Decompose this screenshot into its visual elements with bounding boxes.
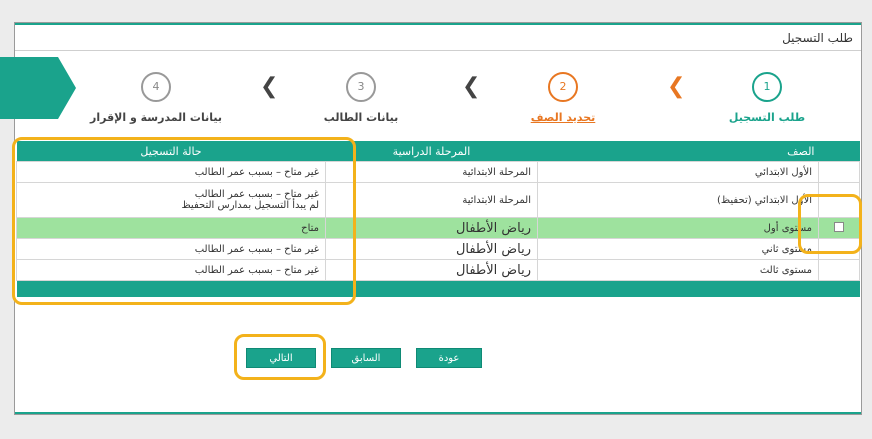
status-cell: غير متاح – بسبب عمر الطالب (16, 161, 326, 183)
class-cell: مستوى ثالث (537, 259, 819, 281)
table-row: مستوى ثاني رياض الأطفال غير متاح – بسبب … (16, 238, 860, 260)
side-arrow-tab (0, 57, 76, 119)
row-select-cell (818, 259, 860, 281)
column-header-status: حالة التسجيل (16, 141, 326, 162)
panel-bottom-accent (15, 412, 861, 414)
status-line: لم يبدأ التسجيل بمدارس التحفيظ (181, 200, 319, 211)
wizard-step-4[interactable]: 4 بيانات المدرسة و الإقرار (86, 72, 226, 124)
row-select-cell (818, 161, 860, 183)
class-cell: الأول الابتدائي (تحفيظ) (537, 182, 819, 218)
class-cell: مستوى ثاني (537, 238, 819, 260)
stage-cell: رياض الأطفال (325, 238, 538, 260)
stage-cell: المرحلة الابتدائية (325, 161, 538, 183)
column-header-stage: المرحلة الدراسية (325, 141, 538, 162)
step-number-circle: 1 (752, 72, 782, 102)
class-cell: الأول الابتدائي (537, 161, 819, 183)
table-footer-bar (16, 280, 860, 297)
page-title: طلب التسجيل (782, 31, 853, 45)
row-select-cell (818, 182, 860, 218)
status-cell: غير متاح – بسبب عمر الطالب (16, 238, 326, 260)
status-cell: غير متاح – بسبب عمر الطالب (16, 259, 326, 281)
status-cell: متاح (16, 217, 326, 239)
table-row: مستوى ثالث رياض الأطفال غير متاح – بسبب … (16, 259, 860, 281)
step-label: بيانات الطالب (323, 111, 399, 124)
wizard-step-3[interactable]: 3 بيانات الطالب (316, 72, 406, 124)
status-cell: غير متاح – بسبب عمر الطالب لم يبدأ التسج… (16, 182, 326, 218)
row-select-cell[interactable] (818, 217, 860, 239)
previous-button[interactable]: السابق (331, 348, 401, 368)
column-header-select (818, 141, 860, 162)
step-number-circle: 4 (141, 72, 171, 102)
back-button[interactable]: عودة (416, 348, 482, 368)
chevron-left-icon: ❮ (462, 74, 481, 99)
table-row: الأول الابتدائي (تحفيظ) المرحلة الابتدائ… (16, 182, 860, 218)
step-number-circle: 2 (548, 72, 578, 102)
step-number-circle: 3 (346, 72, 376, 102)
status-line: غير متاح – بسبب عمر الطالب (194, 189, 319, 200)
table-row-selected[interactable]: مستوى أول رياض الأطفال متاح (16, 217, 860, 239)
class-cell: مستوى أول (537, 217, 819, 239)
table-row: الأول الابتدائي المرحلة الابتدائية غير م… (16, 161, 860, 183)
wizard-step-1[interactable]: 1 طلب التسجيل (722, 72, 812, 124)
step-label: بيانات المدرسة و الإقرار (90, 111, 222, 124)
row-select-cell (818, 238, 860, 260)
stage-cell: رياض الأطفال (325, 217, 538, 239)
table-footer-cell (16, 280, 860, 297)
stage-cell: المرحلة الابتدائية (325, 182, 538, 218)
grade-selection-table: الصف المرحلة الدراسية حالة التسجيل الأول… (16, 141, 860, 297)
step-label: تحديد الصف (530, 111, 596, 124)
table-header-row: الصف المرحلة الدراسية حالة التسجيل (16, 141, 860, 162)
panel-title-bar: طلب التسجيل (15, 25, 861, 51)
step-label: طلب التسجيل (728, 111, 806, 124)
column-header-class: الصف (537, 141, 819, 162)
wizard-step-2[interactable]: 2 تحديد الصف (518, 72, 608, 124)
chevron-left-icon: ❮ (667, 74, 686, 99)
stage-cell: رياض الأطفال (325, 259, 538, 281)
row-checkbox[interactable] (834, 221, 844, 232)
chevron-left-icon: ❮ (260, 74, 279, 99)
next-button[interactable]: التالي (246, 348, 316, 368)
